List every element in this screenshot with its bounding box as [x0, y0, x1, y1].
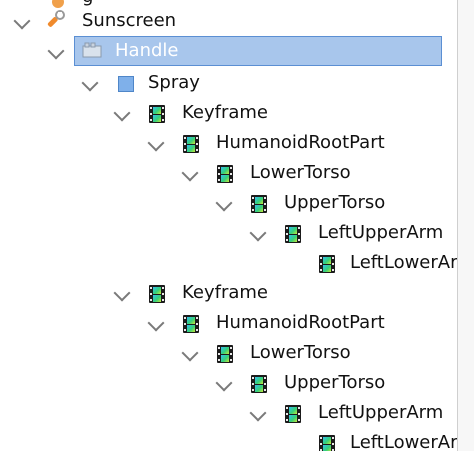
tree-row-label: LowerTorso	[250, 162, 351, 183]
tree-row-lowertorso[interactable]: LowerTorso	[0, 158, 460, 188]
filmstrip-icon	[282, 222, 304, 244]
tree-row-label: Keyframe	[182, 102, 269, 123]
tree-row-keyframe[interactable]: Keyframe	[0, 98, 460, 128]
filmstrip-icon	[316, 432, 338, 451]
chevron-down-icon[interactable]	[249, 224, 267, 242]
tree-row-spray[interactable]: Spray	[0, 68, 460, 98]
tree-row-label: LeftLowerArm	[350, 432, 474, 451]
chevron-down-icon[interactable]	[147, 314, 165, 332]
chevron-down-icon[interactable]	[181, 344, 199, 362]
tree-row-label: UpperTorso	[284, 192, 386, 213]
tree-row-humanoidrootpart[interactable]: HumanoidRootPart	[0, 128, 460, 158]
chevron-down-icon[interactable]	[13, 12, 31, 30]
tree-row-label: Keyframe	[182, 282, 269, 303]
tree-row-label: Sunscreen	[82, 10, 177, 31]
chevron-down-icon[interactable]	[47, 42, 65, 60]
part-block-icon	[80, 40, 102, 62]
tree-row-label: LowerTorso	[250, 342, 351, 363]
filmstrip-icon	[146, 102, 168, 124]
tree-row-keyframe[interactable]: Keyframe	[0, 278, 460, 308]
tree-row-label: LeftLowerArm	[350, 252, 474, 273]
filmstrip-icon	[282, 402, 304, 424]
tree-row-leftupperarm[interactable]: LeftUpperArm	[0, 398, 460, 428]
tree-row-label: LeftUpperArm	[318, 222, 444, 243]
cube-icon	[114, 72, 136, 94]
tree-row-uppertorso[interactable]: UpperTorso	[0, 188, 460, 218]
chevron-down-icon[interactable]	[113, 284, 131, 302]
chevron-down-icon[interactable]	[147, 134, 165, 152]
chevron-down-icon[interactable]	[215, 194, 233, 212]
tree-row-humanoidrootpart[interactable]: HumanoidRootPart	[0, 308, 460, 338]
tree-row-label: UpperTorso	[284, 372, 386, 393]
chevron-down-icon[interactable]	[181, 164, 199, 182]
tree-row-leftlowerarm[interactable]: LeftLowerArm	[0, 428, 474, 451]
filmstrip-icon	[214, 342, 236, 364]
tree-row-handle[interactable]: Handle	[0, 36, 460, 66]
tree-row-leftlowerarm[interactable]: LeftLowerArm	[0, 248, 474, 278]
chevron-down-icon[interactable]	[215, 374, 233, 392]
chevron-down-icon[interactable]	[249, 404, 267, 422]
tree-row-uppertorso[interactable]: UpperTorso	[0, 368, 460, 398]
filmstrip-icon	[180, 132, 202, 154]
tree-row-label: Spray	[148, 72, 200, 93]
filmstrip-icon	[248, 192, 270, 214]
tree-row-label: HumanoidRootPart	[216, 132, 385, 153]
tree-row-label: Handle	[115, 40, 179, 61]
wrench-brush-icon	[44, 10, 66, 32]
chevron-down-icon[interactable]	[81, 74, 99, 92]
filmstrip-icon	[214, 162, 236, 184]
tree-row-leftupperarm[interactable]: LeftUpperArm	[0, 218, 460, 248]
tree-row-lowertorso[interactable]: LowerTorso	[0, 338, 460, 368]
explorer-tree: g Sunscreen Handle	[0, 0, 474, 451]
tree-row-label: HumanoidRootPart	[216, 312, 385, 333]
tree-row-sunscreen[interactable]: Sunscreen	[0, 6, 460, 36]
filmstrip-icon	[248, 372, 270, 394]
vertical-scrollbar[interactable]	[457, 0, 474, 451]
filmstrip-icon	[316, 252, 338, 274]
tree-row-label: LeftUpperArm	[318, 402, 444, 423]
chevron-down-icon[interactable]	[113, 104, 131, 122]
filmstrip-icon	[146, 282, 168, 304]
filmstrip-icon	[180, 312, 202, 334]
